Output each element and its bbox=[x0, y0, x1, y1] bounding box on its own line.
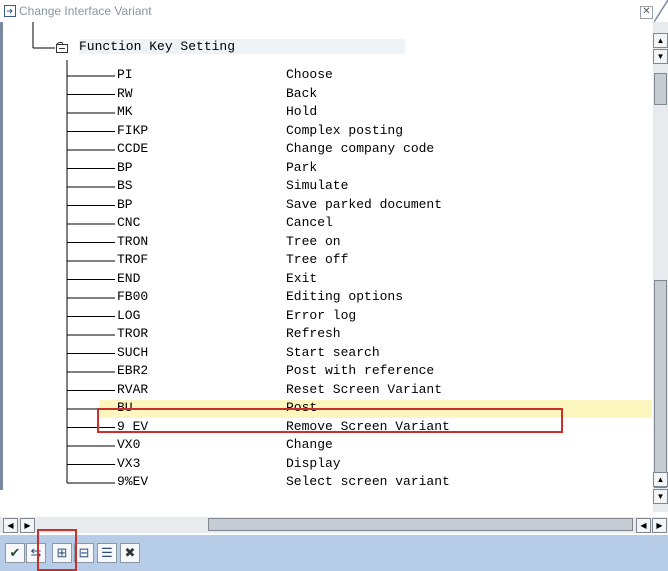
x-icon: ✖ bbox=[124, 545, 136, 560]
tree-row[interactable]: VX0 Change bbox=[100, 437, 652, 455]
function-key-description: Complex posting bbox=[286, 122, 404, 138]
tree-row[interactable]: BP Save parked document bbox=[100, 197, 652, 215]
function-key-code: VX0 bbox=[117, 437, 141, 452]
function-key-tree: Function Key Setting PI Choose RW Back MK Hol… bbox=[3, 22, 652, 490]
tree-row[interactable]: EBR2 Post with reference bbox=[100, 363, 652, 381]
tree-root-label: Function Key Setting bbox=[79, 39, 406, 54]
scroll-up-icon[interactable]: ▲ bbox=[653, 33, 668, 48]
horizontal-scroll-thumb[interactable] bbox=[208, 518, 633, 531]
function-key-code: PI bbox=[117, 67, 133, 82]
tree-root-row[interactable]: Function Key Setting bbox=[3, 39, 652, 57]
tree-row[interactable]: VX3 Display bbox=[100, 456, 652, 474]
scroll-down-icon[interactable]: ▼ bbox=[653, 49, 668, 64]
scroll-right-icon[interactable]: ▶ bbox=[20, 518, 35, 533]
tree-row[interactable]: FIKP Complex posting bbox=[100, 123, 652, 141]
function-key-description: Change company code bbox=[286, 141, 435, 156]
function-key-code: BS bbox=[117, 178, 133, 193]
function-key-code: CNC bbox=[117, 215, 141, 230]
scroll-right-icon[interactable]: ▶ bbox=[652, 518, 667, 533]
scroll-up-icon[interactable]: ▲ bbox=[653, 472, 668, 487]
tree-row[interactable]: RVAR Reset Screen Variant bbox=[100, 382, 652, 400]
function-key-code: TROR bbox=[117, 326, 149, 341]
tree-row[interactable]: PI Choose bbox=[100, 67, 652, 85]
function-key-description: Hold bbox=[286, 104, 318, 119]
function-key-description: Exit bbox=[286, 270, 318, 286]
scroll-thumb[interactable] bbox=[654, 73, 667, 105]
checkmark-icon: ✔ bbox=[9, 545, 21, 560]
tree-row[interactable]: 9%EV Select screen variant bbox=[100, 474, 652, 492]
function-key-description: Save parked document bbox=[286, 196, 443, 212]
annotation-highlight-post bbox=[97, 408, 563, 433]
function-key-description: Cancel bbox=[286, 215, 333, 230]
function-key-code: END bbox=[117, 270, 141, 286]
function-key-description: Editing options bbox=[286, 289, 404, 304]
cancel-button[interactable]: ✖ bbox=[120, 543, 140, 563]
tree-row[interactable]: BP Park bbox=[100, 160, 652, 178]
close-button[interactable]: ✕ bbox=[640, 6, 653, 19]
function-key-code: CCDE bbox=[117, 141, 149, 156]
window-title-bar: Change Interface Variant ✕ bbox=[0, 0, 668, 23]
function-key-description: Park bbox=[286, 159, 318, 175]
tree-row[interactable]: LOG Error log bbox=[100, 308, 652, 326]
details-button[interactable]: ☰ bbox=[97, 543, 117, 563]
tree-row[interactable]: TROF Tree off bbox=[100, 252, 652, 270]
tree-row[interactable]: SUCH Start search bbox=[100, 345, 652, 363]
scroll-left-icon[interactable]: ◀ bbox=[3, 518, 18, 533]
function-key-code: MK bbox=[117, 104, 133, 119]
collapse-subtree-button[interactable]: ⊟ bbox=[74, 543, 94, 563]
function-key-code: VX3 bbox=[117, 455, 141, 471]
folder-icon bbox=[56, 42, 68, 53]
function-key-code: FB00 bbox=[117, 289, 149, 304]
function-key-description: Change bbox=[286, 437, 333, 452]
tree-row[interactable]: RW Back bbox=[100, 86, 652, 104]
function-key-code: TROF bbox=[117, 252, 149, 267]
list-icon: ☰ bbox=[101, 545, 113, 560]
tree-row[interactable]: BS Simulate bbox=[100, 178, 652, 196]
function-key-code: SUCH bbox=[117, 344, 149, 360]
function-key-code: FIKP bbox=[117, 122, 149, 138]
tree-row[interactable]: END Exit bbox=[100, 271, 652, 289]
tree-row[interactable]: MK Hold bbox=[100, 104, 652, 122]
window-icon bbox=[4, 5, 16, 17]
window-corner bbox=[654, 0, 668, 22]
annotation-highlight-button bbox=[37, 529, 77, 571]
function-key-description: Error log bbox=[286, 307, 357, 323]
function-key-description: Start search bbox=[286, 344, 380, 360]
window-title: Change Interface Variant bbox=[19, 4, 152, 18]
scroll-left-icon[interactable]: ◀ bbox=[636, 518, 651, 533]
confirm-button[interactable]: ✔ bbox=[5, 543, 25, 563]
tree-row[interactable]: TROR Refresh bbox=[100, 326, 652, 344]
function-key-description: Display bbox=[286, 455, 341, 471]
function-key-description: Tree off bbox=[286, 252, 349, 267]
tree-row[interactable]: CNC Cancel bbox=[100, 215, 652, 233]
function-key-code: EBR2 bbox=[117, 363, 149, 378]
function-key-description: Back bbox=[286, 85, 318, 101]
function-key-code: BP bbox=[117, 159, 133, 175]
function-key-description: Reset Screen Variant bbox=[286, 381, 443, 397]
function-key-code: BP bbox=[117, 196, 133, 212]
function-key-code: LOG bbox=[117, 307, 141, 323]
horizontal-scrollbar[interactable]: ◀ ▶ ◀ ▶ bbox=[0, 517, 668, 533]
function-key-description: Refresh bbox=[286, 326, 341, 341]
tree-row[interactable]: TRON Tree on bbox=[100, 234, 652, 252]
function-key-code: RVAR bbox=[117, 381, 149, 397]
scroll-track-segment[interactable] bbox=[654, 280, 667, 488]
function-key-code: RW bbox=[117, 85, 133, 101]
function-key-description: Simulate bbox=[286, 178, 349, 193]
collapse-icon: ⊟ bbox=[78, 545, 90, 560]
function-key-code: 9%EV bbox=[117, 474, 149, 489]
function-key-description: Choose bbox=[286, 67, 333, 82]
function-key-description: Post with reference bbox=[286, 363, 435, 378]
vertical-scrollbar[interactable]: ▲ ▼ ▲ ▼ bbox=[653, 22, 668, 512]
function-key-code: TRON bbox=[117, 233, 149, 249]
function-key-description: Select screen variant bbox=[286, 474, 450, 489]
tree-row[interactable]: CCDE Change company code bbox=[100, 141, 652, 159]
scroll-down-icon[interactable]: ▼ bbox=[653, 489, 668, 504]
function-key-description: Tree on bbox=[286, 233, 341, 249]
bottom-toolbar: ✔ ⇆ ⊞ ⊟ ☰ ✖ bbox=[0, 529, 668, 571]
tree-row[interactable]: FB00 Editing options bbox=[100, 289, 652, 307]
